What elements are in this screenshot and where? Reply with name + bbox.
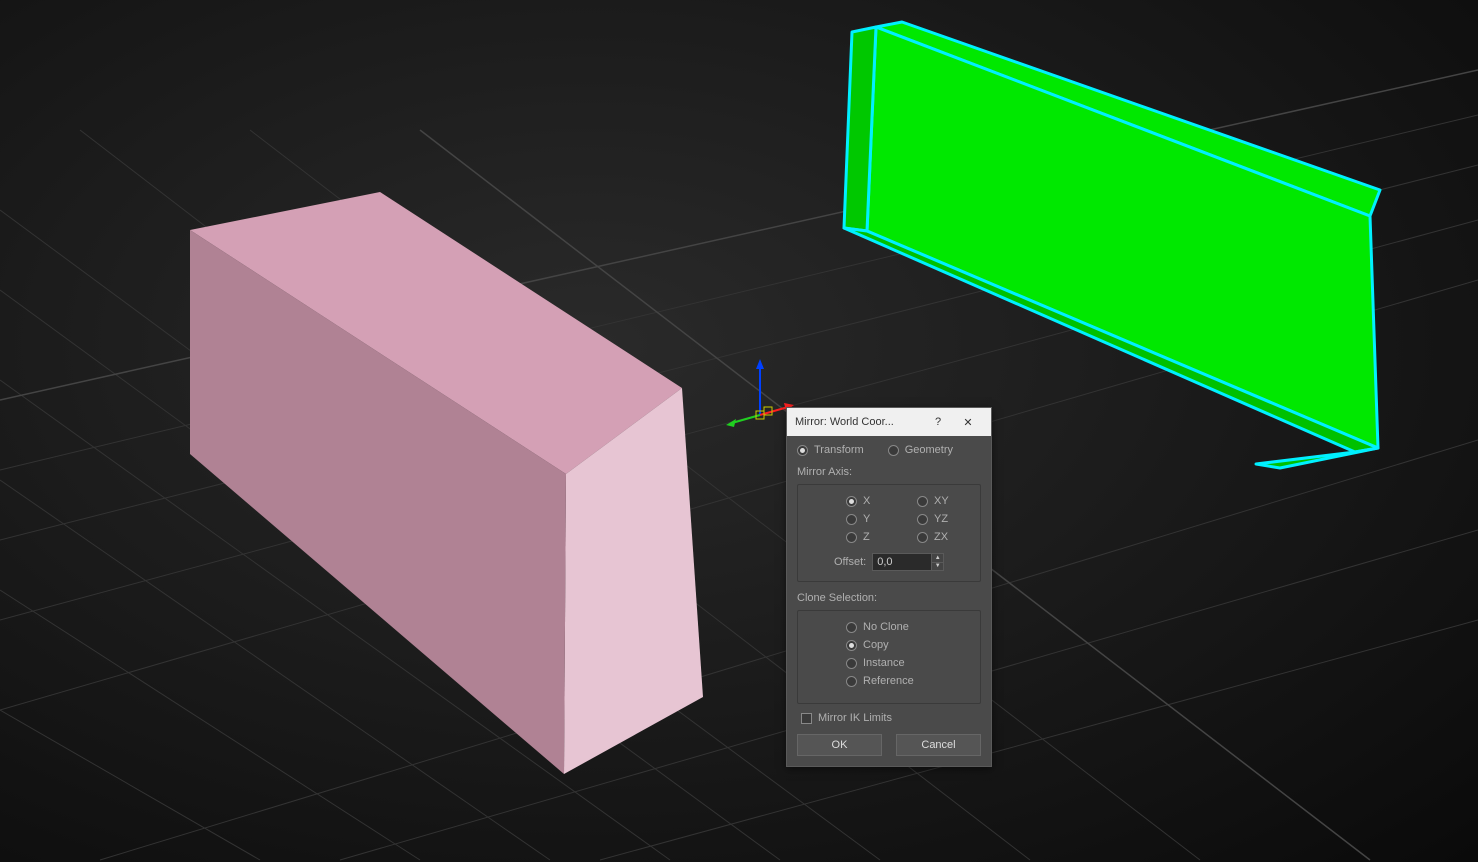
radio-geometry[interactable]: Geometry	[888, 444, 953, 456]
radio-axis-x[interactable]: X	[846, 495, 899, 507]
radio-label: Geometry	[905, 444, 953, 456]
radio-label: X	[863, 495, 870, 507]
radio-icon	[846, 622, 857, 633]
radio-axis-zx[interactable]: ZX	[917, 531, 970, 543]
radio-icon	[846, 676, 857, 687]
dialog-body: Transform Geometry Mirror Axis: X XY	[787, 436, 991, 766]
radio-label: ZX	[934, 531, 948, 543]
mirror-dialog: Mirror: World Coor... ? ✕ Transform Geom…	[786, 407, 992, 767]
button-label: Cancel	[921, 739, 955, 751]
box-object-green-selected	[0, 0, 1478, 862]
button-label: OK	[832, 739, 848, 751]
radio-icon	[797, 445, 808, 456]
offset-label: Offset:	[834, 556, 866, 568]
spinner-up-icon[interactable]: ▲	[932, 554, 943, 563]
checkbox-label: Mirror IK Limits	[818, 712, 892, 724]
radio-no-clone[interactable]: No Clone	[846, 621, 970, 633]
radio-icon	[917, 532, 928, 543]
radio-axis-y[interactable]: Y	[846, 513, 899, 525]
radio-label: Instance	[863, 657, 905, 669]
close-button[interactable]: ✕	[953, 408, 983, 436]
radio-axis-xy[interactable]: XY	[917, 495, 970, 507]
offset-spinner[interactable]: 0,0 ▲ ▼	[872, 553, 944, 571]
radio-label: Reference	[863, 675, 914, 687]
radio-axis-z[interactable]: Z	[846, 531, 899, 543]
radio-label: Z	[863, 531, 870, 543]
viewport-3d[interactable]	[0, 0, 1478, 862]
ok-button[interactable]: OK	[797, 734, 882, 756]
radio-axis-yz[interactable]: YZ	[917, 513, 970, 525]
mirror-axis-group: X XY Y YZ Z	[797, 484, 981, 582]
radio-icon	[846, 514, 857, 525]
radio-icon	[917, 496, 928, 507]
radio-icon	[846, 532, 857, 543]
mirror-axis-label: Mirror Axis:	[797, 466, 981, 478]
radio-label: No Clone	[863, 621, 909, 633]
dialog-titlebar[interactable]: Mirror: World Coor... ? ✕	[787, 408, 991, 436]
radio-label: Copy	[863, 639, 889, 651]
radio-label: XY	[934, 495, 949, 507]
dialog-title: Mirror: World Coor...	[795, 416, 923, 428]
offset-value: 0,0	[873, 556, 931, 568]
radio-label: Transform	[814, 444, 864, 456]
radio-icon	[846, 640, 857, 651]
clone-selection-group: No Clone Copy Instance Reference	[797, 610, 981, 704]
radio-transform[interactable]: Transform	[797, 444, 864, 456]
radio-icon	[846, 658, 857, 669]
help-button[interactable]: ?	[923, 408, 953, 436]
radio-instance[interactable]: Instance	[846, 657, 970, 669]
radio-reference[interactable]: Reference	[846, 675, 970, 687]
mirror-ik-limits-checkbox[interactable]: Mirror IK Limits	[801, 712, 981, 724]
checkbox-icon	[801, 713, 812, 724]
cancel-button[interactable]: Cancel	[896, 734, 981, 756]
radio-copy[interactable]: Copy	[846, 639, 970, 651]
clone-selection-label: Clone Selection:	[797, 592, 981, 604]
radio-label: YZ	[934, 513, 948, 525]
radio-icon	[888, 445, 899, 456]
radio-icon	[917, 514, 928, 525]
radio-label: Y	[863, 513, 870, 525]
spinner-down-icon[interactable]: ▼	[932, 563, 943, 571]
radio-icon	[846, 496, 857, 507]
